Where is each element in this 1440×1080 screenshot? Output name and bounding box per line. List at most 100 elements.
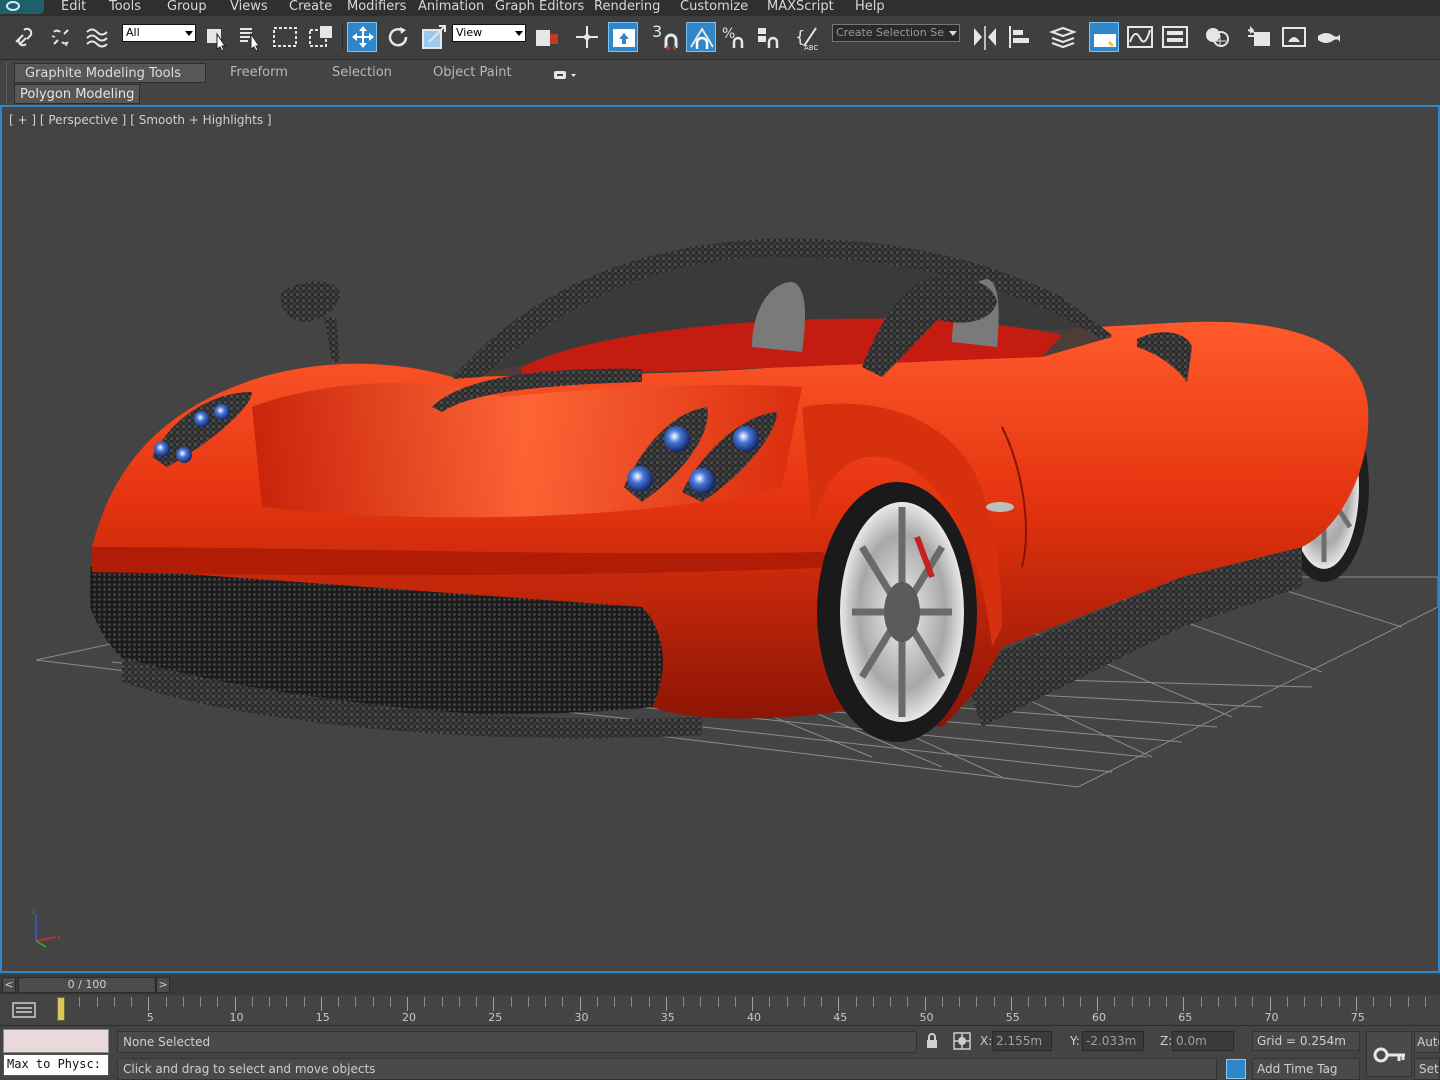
schematic-view-icon[interactable] [1160,22,1190,52]
x-coord-field[interactable]: 2.155m [992,1031,1052,1051]
maxscript-mini-listener-input[interactable]: Max to Physc: [3,1054,109,1076]
menu-rendering[interactable]: Rendering [594,0,660,14]
absolute-mode-transform-icon[interactable] [952,1031,972,1051]
rendered-frame-window-icon[interactable] [1279,22,1309,52]
select-scale-icon[interactable] [419,22,449,52]
align-icon[interactable] [1006,22,1036,52]
menu-graph-editors[interactable]: Graph Editors [495,0,584,14]
unlink-icon[interactable] [46,22,76,52]
auto-key-button[interactable]: Auto [1414,1031,1440,1053]
time-slider[interactable]: < 0 / 100 > [0,975,1440,995]
select-manipulate-icon[interactable] [572,22,602,52]
viewport-shading-menu[interactable]: [ Smooth + Highlights ] [130,113,271,127]
menu-maxscript[interactable]: MAXScript [767,0,834,14]
link-icon[interactable] [10,22,40,52]
spinner-snap-icon[interactable] [754,22,784,52]
trackbar-tick [993,997,995,1007]
viewport-label[interactable]: [ + ] [ Perspective ] [ Smooth + Highlig… [9,113,272,127]
tab-selection[interactable]: Selection [322,63,402,83]
menu-modifiers[interactable]: Modifiers [347,0,406,14]
menu-animation[interactable]: Animation [418,0,484,14]
time-slider-thumb[interactable]: 0 / 100 [18,977,156,993]
render-setup-icon[interactable] [1244,22,1274,52]
keyboard-shortcut-icon[interactable] [608,22,638,52]
bind-space-warp-icon[interactable] [82,22,112,52]
select-by-name-icon[interactable] [236,22,266,52]
z-coord-field[interactable]: 0.0m [1172,1031,1234,1051]
trackbar-tick [200,997,201,1007]
perspective-viewport[interactable]: [ + ] [ Perspective ] [ Smooth + Highlig… [0,105,1440,973]
trackbar-frame-label: 50 [919,1011,934,1024]
trackbar-tick [303,997,305,1007]
menu-edit[interactable]: Edit [61,0,86,14]
menu-tools[interactable]: Tools [109,0,141,14]
curve-editor-mini-icon[interactable] [10,1000,38,1020]
trackbar-tick [269,997,270,1007]
curve-editor-icon[interactable] [1125,22,1155,52]
window-crossing-icon[interactable] [306,22,336,52]
selection-filter-dropdown[interactable]: All [122,24,196,42]
trackbar-tick [976,997,978,1007]
app-logo-icon [6,1,20,11]
select-rotate-icon[interactable] [383,22,413,52]
trackbar-frame-label: 30 [574,1011,589,1024]
pivot-center-icon[interactable] [532,22,562,52]
menu-customize[interactable]: Customize [680,0,748,14]
trackbar-frame-label: 25 [488,1011,503,1024]
material-editor-icon[interactable] [1202,22,1232,52]
select-move-icon[interactable] [347,22,377,52]
trackbar-tick [476,997,477,1007]
trackbar-tick [389,997,391,1007]
layer-manager-icon[interactable] [1048,22,1078,52]
set-key-icon[interactable] [1366,1031,1412,1077]
trackbar-tick [1131,997,1133,1007]
trackbar[interactable]: 051015202530354045505560657075 [0,995,1440,1025]
edit-named-sets-icon[interactable]: {ABC [794,22,824,52]
trackbar-tick [96,997,98,1007]
add-time-tag-button[interactable]: Add Time Tag [1252,1058,1360,1080]
maxscript-listener-output[interactable] [3,1029,109,1053]
select-object-icon[interactable] [202,22,232,52]
trackbar-ruler[interactable]: 051015202530354045505560657075 [44,997,1440,1025]
rectangular-region-icon[interactable] [270,22,300,52]
trackbar-tick [665,997,667,1011]
ribbon-options-icon[interactable] [554,69,578,79]
tab-object-paint[interactable]: Object Paint [423,63,522,83]
status-bar: Max to Physc: None Selected Click and dr… [0,1025,1440,1080]
snap-toggle-icon[interactable] [656,22,686,52]
current-frame-marker[interactable] [57,997,65,1021]
chevron-down-icon [185,31,193,36]
tab-freeform[interactable]: Freeform [220,63,298,83]
trackbar-tick [1079,997,1081,1007]
application-button[interactable] [0,0,44,14]
time-slider-prev-button[interactable]: < [2,977,16,993]
angle-snap-icon[interactable] [686,22,716,52]
mirror-icon[interactable] [970,22,1000,52]
set-key-button[interactable]: Set [1414,1058,1440,1080]
menu-views[interactable]: Views [230,0,268,14]
render-production-icon[interactable] [1314,22,1344,52]
trackbar-tick [493,997,495,1011]
time-slider-next-button[interactable]: > [156,977,170,993]
percent-snap-icon[interactable]: % [720,22,750,52]
ribbon-grip[interactable] [6,63,10,103]
time-tag-icon[interactable] [1226,1059,1246,1079]
y-coord-field[interactable]: -2.033m [1082,1031,1144,1051]
tab-graphite-modeling-tools[interactable]: Graphite Modeling Tools [14,63,206,83]
trackbar-tick [838,997,840,1011]
menu-create[interactable]: Create [289,0,332,14]
named-selection-sets-dropdown[interactable]: Create Selection Se [832,24,960,42]
menu-group[interactable]: Group [167,0,207,14]
viewport-pov-menu[interactable]: [ Perspective ] [40,113,127,127]
viewport-general-menu[interactable]: [ + ] [9,113,36,127]
panel-polygon-modeling[interactable]: Polygon Modeling [14,84,141,104]
menu-help[interactable]: Help [855,0,885,14]
trackbar-tick [907,997,909,1007]
selection-lock-icon[interactable] [924,1032,940,1050]
trackbar-frame-label: 65 [1178,1011,1193,1024]
reference-coordinate-dropdown[interactable]: View [452,24,526,42]
viewport-scene[interactable] [2,107,1438,971]
graphite-toggle-icon[interactable] [1089,22,1119,52]
side-mirror [280,281,341,362]
grid-spacing-text: Grid = 0.254m [1252,1031,1360,1051]
